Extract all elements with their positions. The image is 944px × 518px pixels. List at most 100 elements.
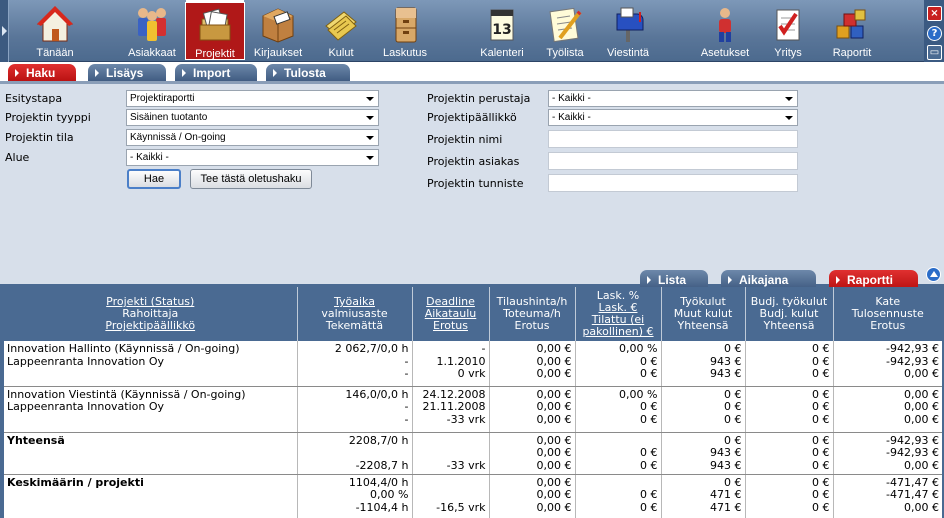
toolbar-expand-handle[interactable]	[0, 0, 9, 62]
cell-tyokulut: 0 € 943 € 943 €	[660, 341, 745, 387]
sort-link[interactable]: Projektipäällikkö	[105, 319, 195, 332]
cell-laskutus: 0,00 % 0 € 0 €	[574, 341, 661, 387]
cell-kate: -942,93 € -942,93 € 0,00 €	[832, 341, 942, 387]
toolbar-item-label: Viestintä	[607, 47, 649, 59]
header-text: Yhteensä	[677, 319, 729, 332]
cell-kate: -942,93 € -942,93 € 0,00 €	[832, 432, 942, 475]
tila-select[interactable]: Käynnissä / On-going	[126, 129, 379, 146]
toolbar-item-asiakkaat[interactable]: Asiakkaat	[121, 2, 183, 60]
report-table-container: Projekti (Status) Rahoittaja Projektipää…	[4, 287, 942, 518]
toolbar-item-label: Kulut	[328, 47, 354, 59]
cell-average-label: Keskimäärin / projekti	[4, 474, 297, 518]
svg-text:13: 13	[492, 22, 511, 38]
cell-tilaushinta: 0,00 € 0,00 € 0,00 €	[488, 474, 575, 518]
home-icon	[36, 6, 74, 42]
chevron-down-icon	[785, 116, 793, 120]
header-laskutus[interactable]: Lask. % Lask. € Tilattu (ei pakollinen) …	[574, 287, 661, 341]
cell-tyoaika: 1104,4/0 h 0,00 % -1104,4 h	[296, 474, 412, 518]
toolbar-item-kirjaukset[interactable]: Kirjaukset	[248, 2, 308, 60]
tab-tulosta[interactable]: Tulosta	[266, 64, 350, 82]
sort-link[interactable]: Erotus	[433, 319, 468, 332]
header-text: Tekemättä	[325, 319, 384, 332]
oletushaku-button[interactable]: Tee tästä oletushaku	[190, 169, 312, 189]
expenses-icon	[325, 11, 357, 41]
paallikko-select[interactable]: - Kaikki -	[548, 109, 798, 126]
toolbar-item-label: Kalenteri	[480, 47, 524, 59]
alue-value: - Kaikki -	[130, 152, 169, 163]
arrow-right-icon	[836, 276, 840, 284]
cell-project[interactable]: Innovation Viestintä (Käynnissä / On-goi…	[4, 386, 297, 433]
scroll-top-icon[interactable]	[926, 267, 941, 282]
tab-haku[interactable]: Haku	[8, 64, 76, 82]
tab-lisays[interactable]: Lisäys	[88, 64, 166, 82]
tila-value: Käynnissä / On-going	[130, 132, 226, 143]
perustaja-value: - Kaikki -	[552, 93, 591, 104]
toolbar-item-viestinta[interactable]: Viestintä	[598, 2, 658, 60]
tab-label: Import	[193, 66, 231, 80]
toolbar-item-tanaan[interactable]: Tänään	[24, 2, 86, 60]
header-projekti[interactable]: Projekti (Status) Rahoittaja Projektipää…	[4, 287, 297, 341]
table-header-row: Projekti (Status) Rahoittaja Projektipää…	[4, 287, 942, 341]
close-icon[interactable]: ×	[927, 6, 942, 21]
toolbar-item-label: Projektit	[195, 48, 235, 60]
toolbar-item-projektit[interactable]: Projektit	[185, 0, 245, 60]
cell-project[interactable]: Innovation Hallinto (Käynnissä / On-goin…	[4, 341, 297, 387]
invoicing-icon	[395, 7, 417, 43]
header-tyoaika[interactable]: Työaika valmiusaste Tekemättä	[296, 287, 412, 341]
project-customer-input[interactable]	[548, 152, 798, 170]
tab-import[interactable]: Import	[175, 64, 257, 82]
header-text: Erotus	[514, 319, 550, 332]
arrow-right-icon	[15, 69, 19, 77]
cell-laskutus: 0 € 0 €	[574, 432, 661, 475]
tab-label: Aikajana	[739, 273, 789, 287]
tab-label: Tulosta	[284, 66, 326, 80]
cell-tilaushinta: 0,00 € 0,00 € 0,00 €	[488, 386, 575, 433]
help-icon[interactable]: ?	[927, 26, 942, 41]
toolbar-item-yritys[interactable]: Yritys	[762, 2, 814, 60]
arrow-right-icon	[647, 276, 651, 284]
toolbar-item-label: Kirjaukset	[253, 47, 303, 59]
toolbar-item-kalenteri[interactable]: 13 Kalenteri	[474, 2, 530, 60]
toolbar-item-label: Tänään	[36, 47, 74, 59]
tasklist-icon	[549, 7, 582, 43]
hae-button[interactable]: Hae	[127, 169, 181, 189]
header-budjetti: Budj. työkulut Budj. kulut Yhteensä	[744, 287, 833, 341]
chevron-down-icon	[366, 116, 374, 120]
project-id-input[interactable]	[548, 174, 798, 192]
perustaja-select[interactable]: - Kaikki -	[548, 90, 798, 107]
cell-kate: 0,00 € 0,00 € 0,00 €	[832, 386, 942, 433]
header-tilaushinta: Tilaushinta/h Toteuma/h Erotus	[488, 287, 575, 341]
reports-icon	[836, 9, 866, 39]
table-row[interactable]: Innovation Viestintä (Käynnissä / On-goi…	[4, 386, 942, 433]
toolbar-item-kulut[interactable]: Kulut	[312, 2, 370, 60]
toolbar-item-laskutus[interactable]: Laskutus	[374, 2, 436, 60]
table-row[interactable]: Innovation Hallinto (Käynnissä / On-goin…	[4, 341, 942, 387]
esitystapa-value: Projektiraportti	[130, 93, 195, 104]
cell-deadline: 24.12.2008 21.11.2008 -33 vrk	[411, 386, 489, 433]
tab-label: Haku	[26, 66, 56, 80]
alue-select[interactable]: - Kaikki -	[126, 149, 379, 166]
toolbar-item-label: Asiakkaat	[128, 47, 176, 59]
asiakas-label: Projektin asiakas	[427, 155, 520, 168]
esitystapa-select[interactable]: Projektiraportti	[126, 90, 379, 107]
cell-laskutus: 0 € 0 €	[574, 474, 661, 518]
header-text: Yhteensä	[763, 319, 815, 332]
entries-icon	[262, 8, 294, 43]
toolbar-item-tyolista[interactable]: Työlista	[536, 2, 594, 60]
paallikko-label: Projektipäällikkö	[427, 111, 517, 124]
minimize-icon[interactable]: ▭	[927, 45, 942, 60]
project-name-input[interactable]	[548, 130, 798, 148]
sub-tab-bar: Haku Lisäys Import Tulosta	[0, 62, 944, 84]
cell-budjetti: 0 € 0 € 0 €	[744, 341, 833, 387]
toolbar-item-asetukset[interactable]: Asetukset	[694, 2, 756, 60]
tyyppi-select[interactable]: Sisäinen tuotanto	[126, 109, 379, 126]
toolbar-item-raportit[interactable]: Raportit	[822, 2, 882, 60]
toolbar-item-label: Yritys	[774, 47, 802, 59]
perustaja-label: Projektin perustaja	[427, 92, 531, 105]
tab-label: Lisäys	[106, 66, 144, 80]
esitystapa-label: Esitystapa	[5, 92, 63, 105]
window-controls: × ? ▭	[924, 0, 944, 62]
sort-link[interactable]: pakollinen) €	[582, 325, 653, 338]
table-row-total: Yhteensä 2208,7/0 h -2208,7 h -33 vrk 0,…	[4, 432, 942, 475]
header-deadline[interactable]: Deadline Aikataulu Erotus	[411, 287, 489, 341]
